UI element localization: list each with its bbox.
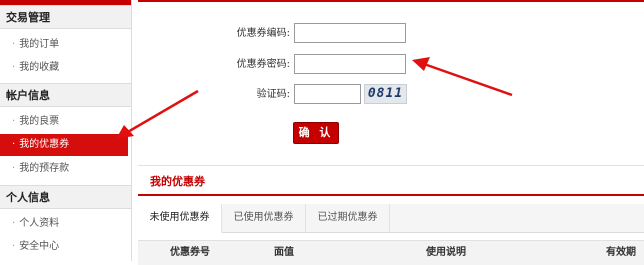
sidebar: 交易管理 · 我的订单 · 我的收藏 帐户信息 · 我的良票 · 我的优惠券 · 我的预存… xyxy=(0,0,132,261)
tab-unused-coupons[interactable]: 未使用优惠券 xyxy=(138,204,222,233)
section-header-account: 帐户信息 xyxy=(0,83,131,107)
sidebar-item-orders[interactable]: · 我的订单 xyxy=(0,34,131,56)
bullet: · xyxy=(12,163,16,174)
coupon-table-header: 优惠券号 面值 使用说明 有效期 xyxy=(138,240,644,265)
sidebar-item-label: 安全中心 xyxy=(19,241,60,252)
captcha-image[interactable]: 0811 xyxy=(364,84,407,104)
sidebar-item-tickets[interactable]: · 我的良票 xyxy=(0,111,131,133)
bullet: · xyxy=(12,218,16,229)
sidebar-item-label: 我的预存款 xyxy=(19,163,70,174)
captcha-input[interactable] xyxy=(294,84,361,104)
column-usage-notes: 使用说明 xyxy=(426,247,466,258)
panel-title: 我的优惠券 xyxy=(150,175,205,188)
sidebar-item-label: 我的良票 xyxy=(19,116,60,127)
column-validity: 有效期 xyxy=(606,247,636,258)
sidebar-item-label: 我的优惠券 xyxy=(19,139,70,150)
coupon-tabs: 未使用优惠券 已使用优惠券 已过期优惠券 xyxy=(138,204,644,233)
column-coupon-number: 优惠券号 xyxy=(170,247,210,258)
coupon-password-input[interactable] xyxy=(294,54,406,74)
coupon-code-label: 优惠券编码: xyxy=(236,28,290,39)
bullet: · xyxy=(12,62,16,73)
bullet: · xyxy=(12,116,16,127)
captcha-label: 验证码: xyxy=(256,89,290,100)
main-top-accent xyxy=(138,0,644,2)
sidebar-item-coupons[interactable]: · 我的优惠券 xyxy=(0,134,128,156)
sidebar-item-favorites[interactable]: · 我的收藏 xyxy=(0,57,131,79)
main-content: 优惠券编码: 优惠券密码: 验证码: 0811 确 认 我的优惠券 未使用优惠券… xyxy=(132,0,644,265)
sidebar-item-label: 个人资料 xyxy=(19,218,60,229)
sidebar-item-security[interactable]: · 安全中心 xyxy=(0,236,131,258)
sidebar-item-profile[interactable]: · 个人资料 xyxy=(0,213,131,235)
tab-expired-coupons[interactable]: 已过期优惠券 xyxy=(306,204,390,232)
bullet: · xyxy=(12,39,16,50)
coupon-password-label: 优惠券密码: xyxy=(236,59,290,70)
confirm-button[interactable]: 确 认 xyxy=(293,122,339,144)
panel-title-underline xyxy=(138,194,644,196)
sidebar-item-label: 我的订单 xyxy=(19,39,60,50)
coupon-code-input[interactable] xyxy=(294,23,406,43)
bullet: · xyxy=(12,139,16,150)
tab-used-coupons[interactable]: 已使用优惠券 xyxy=(222,204,306,232)
coupon-panel: 我的优惠券 未使用优惠券 已使用优惠券 已过期优惠券 优惠券号 面值 使用说明 … xyxy=(138,165,644,265)
section-header-trade: 交易管理 xyxy=(0,5,131,29)
section-header-personal: 个人信息 xyxy=(0,185,131,209)
sidebar-item-label: 我的收藏 xyxy=(19,62,60,73)
column-face-value: 面值 xyxy=(274,247,294,258)
bullet: · xyxy=(12,241,16,252)
sidebar-item-deposit[interactable]: · 我的预存款 xyxy=(0,158,131,180)
